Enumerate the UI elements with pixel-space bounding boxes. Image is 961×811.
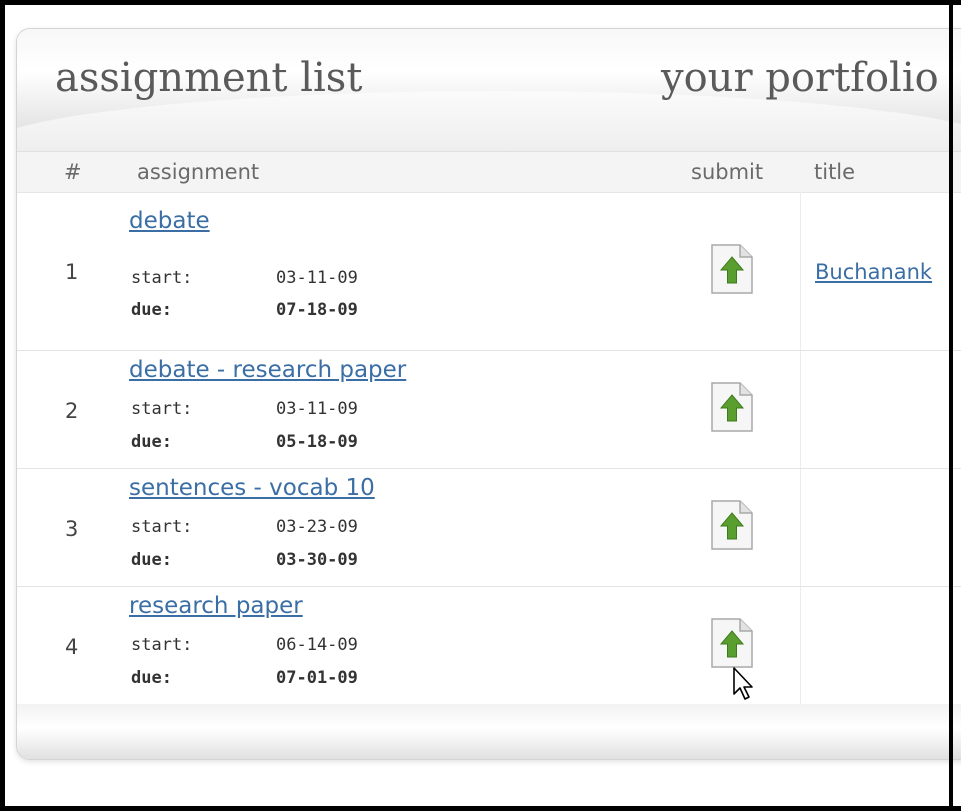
submit-upload-button[interactable] <box>710 617 754 669</box>
upload-document-icon <box>711 618 753 668</box>
assignment-link[interactable]: debate <box>129 208 210 234</box>
submit-upload-button[interactable] <box>710 381 754 433</box>
table-row: debate - research paper 2 start: 03-11-0… <box>17 351 961 469</box>
due-date: 03-30-09 <box>276 550 358 570</box>
row-number: 4 <box>65 635 79 659</box>
table-row: research paper 4 start: 06-14-09 due: 07… <box>17 587 961 704</box>
submit-upload-button[interactable] <box>710 499 754 551</box>
assignment-link[interactable]: research paper <box>129 593 303 619</box>
portfolio-title-link[interactable]: Buchanank <box>815 260 932 284</box>
upload-document-icon <box>711 382 753 432</box>
start-date: 06-14-09 <box>276 635 358 655</box>
start-label: start: <box>131 635 193 655</box>
due-label: due: <box>131 550 172 570</box>
assignment-list-title: assignment list <box>55 55 363 101</box>
column-header-row: # assignment submit title <box>17 151 961 193</box>
assignment-panel: assignment list your portfolio # assignm… <box>16 28 961 760</box>
table-row: debate 1 start: 03-11-09 due: 07-18-09 B… <box>17 192 961 351</box>
mouse-pointer-icon <box>733 667 753 700</box>
submit-upload-button[interactable] <box>710 243 754 295</box>
row-number: 1 <box>65 260 79 284</box>
row-number: 2 <box>65 399 79 423</box>
assignment-link[interactable]: sentences - vocab 10 <box>129 475 375 501</box>
table-row: sentences - vocab 10 3 start: 03-23-09 d… <box>17 469 961 587</box>
column-header-assignment: assignment <box>137 160 260 184</box>
start-date: 03-11-09 <box>276 268 358 288</box>
column-header-submit: submit <box>691 160 764 184</box>
start-label: start: <box>131 517 193 537</box>
due-date: 07-18-09 <box>276 300 358 320</box>
panel-header: assignment list your portfolio <box>17 29 961 211</box>
assignment-link[interactable]: debate - research paper <box>129 357 406 383</box>
upload-document-icon <box>711 244 753 294</box>
upload-document-icon <box>711 500 753 550</box>
column-header-num: # <box>64 160 82 184</box>
start-label: start: <box>131 399 193 419</box>
column-header-title: title <box>814 160 856 184</box>
start-label: start: <box>131 268 193 288</box>
due-label: due: <box>131 300 172 320</box>
due-date: 07-01-09 <box>276 668 358 688</box>
start-date: 03-23-09 <box>276 517 358 537</box>
start-date: 03-11-09 <box>276 399 358 419</box>
due-label: due: <box>131 432 172 452</box>
your-portfolio-title: your portfolio <box>661 55 939 101</box>
row-number: 3 <box>65 517 79 541</box>
panel-footer <box>17 704 961 759</box>
due-date: 05-18-09 <box>276 432 358 452</box>
frame-right-edge <box>949 0 953 811</box>
due-label: due: <box>131 668 172 688</box>
